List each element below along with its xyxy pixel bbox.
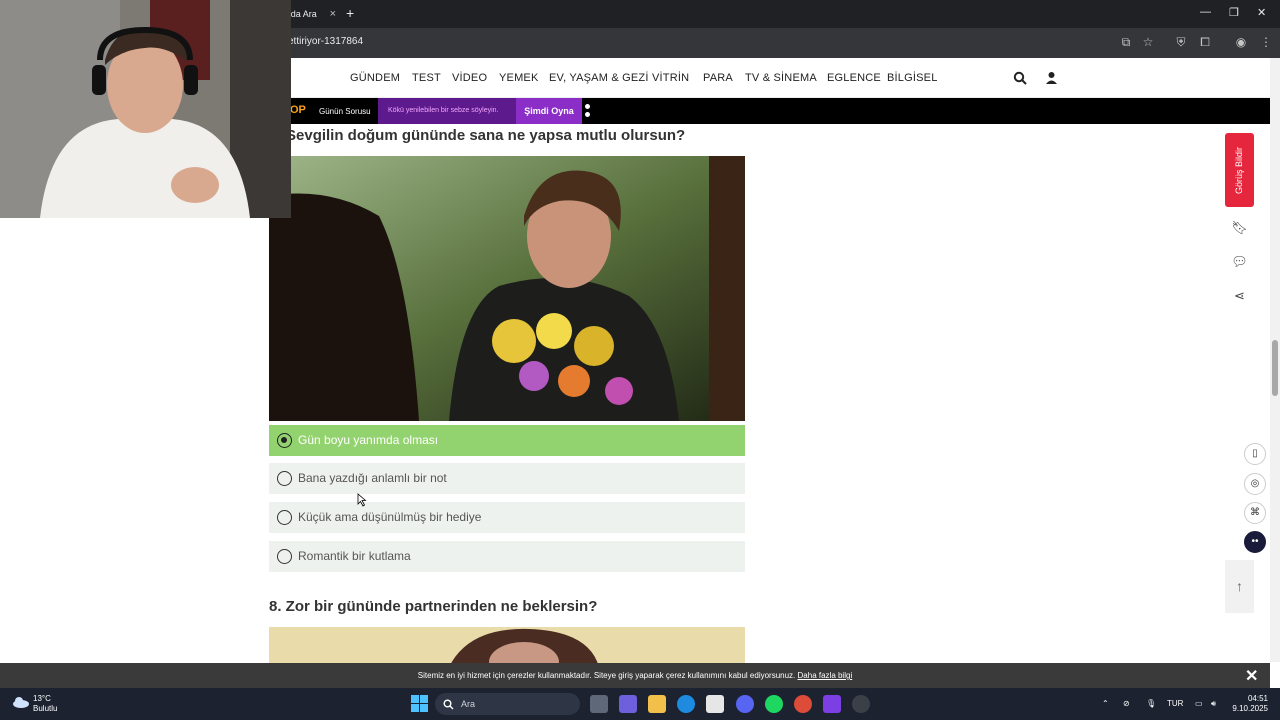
volume-icon[interactable]: 🔊︎ bbox=[1211, 699, 1216, 709]
language-indicator[interactable]: TUR bbox=[1167, 699, 1183, 708]
banner-question-text[interactable]: Kökü yenilebilen bir sebze söyleyin. bbox=[378, 98, 516, 124]
answer-option-label: Romantik bir kutlama bbox=[298, 549, 411, 563]
banner-question-label: Günün Sorusu bbox=[319, 107, 371, 116]
question-title: 8. Zor bir gününde partnerinden ne bekle… bbox=[269, 598, 598, 615]
chrome-icon[interactable] bbox=[794, 695, 812, 713]
nav-item-video[interactable]: VİDEO bbox=[452, 72, 487, 84]
shield-icon[interactable]: ⛨ bbox=[1174, 35, 1188, 49]
radio-icon[interactable] bbox=[277, 549, 292, 564]
date: 9.10.2025 bbox=[1232, 704, 1268, 713]
file-explorer-icon[interactable] bbox=[648, 695, 666, 713]
radio-selected-icon[interactable] bbox=[277, 433, 292, 448]
cookie-more-info-link[interactable]: Daha fazla bilgi bbox=[798, 671, 853, 680]
apps-icon[interactable]: ⌘ bbox=[1244, 502, 1266, 524]
task-view-icon[interactable] bbox=[590, 695, 608, 713]
weather-temp: 13°C bbox=[33, 694, 51, 703]
edge-icon[interactable] bbox=[677, 695, 695, 713]
cookie-notice: Sitemiz en iyi hizmet için çerezler kull… bbox=[0, 663, 1270, 688]
scrollbar-thumb[interactable] bbox=[1272, 340, 1278, 396]
answer-option-3[interactable]: Küçük ama düşünülmüş bir hediye bbox=[269, 502, 745, 533]
search-icon bbox=[443, 699, 454, 710]
weather-widget[interactable]: 13°C Bulutlu bbox=[33, 694, 57, 714]
app-icon[interactable] bbox=[823, 695, 841, 713]
answer-option-label: Küçük ama düşünülmüş bir hediye bbox=[298, 510, 482, 524]
question-title: Sevgilin doğum gününde sana ne yapsa mut… bbox=[286, 127, 686, 144]
answer-option-2[interactable]: Bana yazdığı anlamlı bir not bbox=[269, 463, 745, 494]
minimize-icon[interactable]: — bbox=[1200, 6, 1211, 18]
discord-icon[interactable] bbox=[736, 695, 754, 713]
weather-desc: Bulutlu bbox=[33, 704, 58, 713]
nav-item-eglence[interactable]: EGLENCE bbox=[827, 72, 881, 84]
copilot-icon[interactable] bbox=[619, 695, 637, 713]
extensions-icon[interactable]: ⧠ bbox=[1198, 35, 1212, 49]
microphone-icon[interactable]: 🎙︎ bbox=[1146, 699, 1156, 708]
tab-title: 'da Ara bbox=[289, 9, 317, 19]
tab-close-icon[interactable]: × bbox=[330, 4, 336, 24]
cookie-text: Sitemiz en iyi hizmet için çerezler kull… bbox=[417, 671, 796, 680]
nav-item-tv-sinema[interactable]: TV & SİNEMA bbox=[745, 72, 817, 84]
time: 04:51 bbox=[1247, 694, 1268, 703]
answer-option-4[interactable]: Romantik bir kutlama bbox=[269, 541, 745, 572]
webcam-overlay bbox=[0, 0, 291, 218]
nav-item-para[interactable]: PARA bbox=[703, 72, 733, 84]
scroll-to-top-button[interactable]: ↑ bbox=[1225, 560, 1254, 613]
display-icon[interactable]: ▭ bbox=[1195, 699, 1203, 708]
obs-icon[interactable] bbox=[852, 695, 870, 713]
question-image bbox=[269, 156, 745, 421]
nav-item-yemek[interactable]: YEMEK bbox=[499, 72, 539, 84]
comments-icon[interactable]: 💬︎ bbox=[1231, 254, 1248, 271]
nav-item-test[interactable]: TEST bbox=[412, 72, 441, 84]
assistant-icon[interactable]: •• bbox=[1244, 531, 1266, 553]
bookmark-icon[interactable]: 🔖︎ bbox=[1231, 220, 1248, 237]
clock[interactable]: 04:51 9.10.2025 bbox=[1232, 694, 1268, 714]
play-now-button[interactable]: Şimdi Oyna bbox=[516, 98, 582, 124]
restore-icon[interactable]: ❐ bbox=[1229, 6, 1239, 19]
close-window-icon[interactable]: ✕ bbox=[1257, 6, 1266, 19]
answer-option-label: Gün boyu yanımda olması bbox=[298, 433, 439, 447]
podcast-icon[interactable]: ◎ bbox=[1244, 473, 1266, 495]
question-image bbox=[269, 627, 745, 667]
windows-taskbar bbox=[0, 688, 1280, 720]
url-text[interactable]: ettiriyor-1317864 bbox=[288, 36, 363, 47]
spotify-icon[interactable] bbox=[765, 695, 783, 713]
radio-icon[interactable] bbox=[277, 471, 292, 486]
cookie-close-icon[interactable]: ✕ bbox=[1245, 666, 1258, 686]
taskbar-search[interactable]: Ara bbox=[435, 693, 580, 715]
tray-chevron-icon[interactable]: ⌃ bbox=[1102, 699, 1109, 708]
menu-icon[interactable]: ⋮ bbox=[1259, 35, 1273, 49]
profile-avatar[interactable]: ◉ bbox=[1234, 35, 1248, 49]
nav-item-ev-yasam[interactable]: EV, YAŞAM & GEZİ bbox=[549, 72, 649, 84]
answer-option-1[interactable]: Gün boyu yanımda olması bbox=[269, 425, 745, 456]
nav-item-gundem[interactable]: GÜNDEM bbox=[350, 72, 400, 84]
mouse-cursor-icon bbox=[357, 493, 367, 507]
user-icon[interactable] bbox=[1045, 71, 1058, 84]
share-icon[interactable]: ⋖ bbox=[1231, 288, 1248, 305]
browser-tab[interactable]: 'da Ara × bbox=[285, 4, 340, 26]
nav-item-bilgisel[interactable]: BİLGİSEL bbox=[887, 72, 938, 84]
tray-camera-icon[interactable]: ⊘ bbox=[1123, 699, 1130, 708]
nav-item-vitrin[interactable]: VİTRİN bbox=[652, 72, 689, 84]
reader-icon[interactable]: ▯ bbox=[1244, 443, 1266, 465]
answer-option-label: Bana yazdığı anlamlı bir not bbox=[298, 471, 447, 485]
store-icon[interactable] bbox=[706, 695, 724, 713]
radio-icon[interactable] bbox=[277, 510, 292, 525]
cloud-icon bbox=[13, 697, 29, 708]
windows-start-icon[interactable] bbox=[411, 695, 428, 712]
search-icon[interactable] bbox=[1013, 71, 1027, 85]
install-icon[interactable]: ⧉ bbox=[1119, 35, 1133, 49]
new-tab-icon[interactable]: + bbox=[346, 5, 354, 21]
banner-more-icon[interactable] bbox=[585, 101, 593, 120]
banner-logo: OP bbox=[290, 104, 306, 116]
bookmark-star-icon[interactable]: ☆ bbox=[1141, 35, 1155, 49]
feedback-button[interactable]: Görüş Bildir bbox=[1225, 133, 1254, 207]
